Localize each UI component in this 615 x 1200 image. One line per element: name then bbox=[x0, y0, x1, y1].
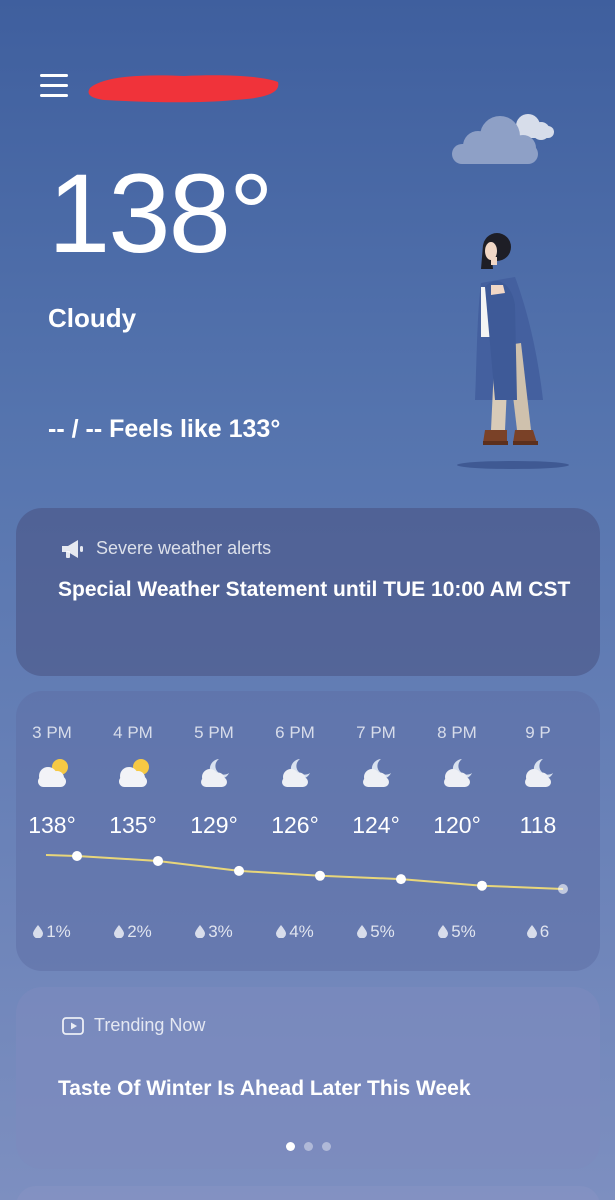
feels-like-text: -- / -- Feels like 133° bbox=[48, 415, 281, 443]
trending-now-card[interactable]: Trending Now Taste Of Winter Is Ahead La… bbox=[16, 987, 600, 1169]
hour-precipitation-value: 1% bbox=[46, 922, 71, 941]
hour-time: 4 PM bbox=[113, 723, 153, 742]
hour-temperature: 135° bbox=[109, 812, 157, 838]
hourly-list[interactable]: 3 PM 138° 1% 4 PM 135° 2% 5 PM 129° 3% 6 PM 126° 4%… bbox=[16, 691, 600, 971]
hour-temperature: 118 bbox=[519, 812, 557, 838]
hour-time: 3 PM bbox=[32, 723, 72, 742]
hour-precipitation: 2% bbox=[92, 922, 174, 942]
partly-cloudy-night-icon bbox=[195, 756, 235, 790]
hour-temperature: 129° bbox=[190, 812, 238, 838]
hour-temperature: 120° bbox=[433, 812, 481, 838]
hour-precipitation-value: 4% bbox=[289, 922, 314, 941]
raindrop-icon bbox=[357, 925, 368, 938]
trending-label: Trending Now bbox=[94, 1015, 206, 1035]
hour-precipitation: 5% bbox=[335, 922, 417, 942]
trending-header: Trending Now bbox=[62, 1015, 205, 1036]
hour-precipitation-value: 2% bbox=[127, 922, 152, 941]
hour-precipitation: 1% bbox=[16, 922, 93, 942]
play-video-icon bbox=[62, 1016, 84, 1035]
hamburger-menu-icon[interactable] bbox=[40, 72, 68, 98]
carousel-dot[interactable] bbox=[285, 1142, 295, 1151]
severe-weather-alert-card[interactable]: Severe weather alerts Special Weather St… bbox=[16, 508, 600, 676]
alert-header: Severe weather alerts bbox=[60, 538, 271, 559]
raindrop-icon bbox=[195, 925, 206, 938]
hour-precipitation-value: 5% bbox=[370, 922, 395, 941]
raindrop-icon bbox=[33, 925, 44, 938]
megaphone-icon bbox=[62, 539, 83, 558]
hour-precipitation-value: 6 bbox=[539, 922, 550, 941]
hour-precipitation-value: 5% bbox=[451, 922, 476, 941]
carousel-pagination bbox=[16, 1142, 600, 1151]
hourly-forecast-card[interactable]: 3 PM 138° 1% 4 PM 135° 2% 5 PM 129° 3% 6 PM 126° 4%… bbox=[16, 691, 600, 971]
hour-precipitation: 3% bbox=[173, 922, 255, 942]
cloud-icon bbox=[452, 114, 554, 164]
carousel-dot[interactable] bbox=[303, 1142, 313, 1151]
hour-time: 7 PM bbox=[356, 723, 396, 742]
raindrop-icon bbox=[438, 925, 449, 938]
hour-precipitation: 5% bbox=[416, 922, 498, 942]
person-illustration bbox=[457, 233, 569, 469]
header bbox=[40, 70, 360, 103]
hour-precipitation-value: 3% bbox=[208, 922, 233, 941]
hour-temperature: 124° bbox=[352, 812, 400, 838]
partly-cloudy-night-icon bbox=[519, 756, 559, 790]
partly-cloudy-night-icon bbox=[276, 756, 316, 790]
trending-title[interactable]: Taste Of Winter Is Ahead Later This Week bbox=[58, 1077, 471, 1101]
raindrop-icon bbox=[276, 925, 287, 938]
redacted-location-mark bbox=[88, 75, 279, 103]
partly-cloudy-night-icon bbox=[438, 756, 478, 790]
hour-time: 5 PM bbox=[194, 723, 234, 742]
hour-temperature: 138° bbox=[28, 812, 76, 838]
hour-precipitation: 4% bbox=[254, 922, 336, 942]
alert-label: Severe weather alerts bbox=[96, 538, 272, 558]
partly-cloudy-night-icon bbox=[357, 756, 397, 790]
hour-temperature: 126° bbox=[271, 812, 319, 838]
hour-time: 8 PM bbox=[437, 723, 477, 742]
current-condition: Cloudy bbox=[48, 303, 137, 333]
carousel-dot[interactable] bbox=[321, 1142, 331, 1151]
partly-cloudy-day-icon bbox=[33, 756, 73, 790]
hour-time: 6 PM bbox=[275, 723, 315, 742]
raindrop-icon bbox=[114, 925, 125, 938]
partly-cloudy-day-icon bbox=[114, 756, 154, 790]
alert-text: Special Weather Statement until TUE 10:0… bbox=[58, 578, 571, 601]
hour-time: 9 P bbox=[525, 723, 551, 742]
next-card-peek[interactable] bbox=[16, 1186, 600, 1200]
raindrop-icon bbox=[526, 925, 537, 938]
hour-precipitation: 6 bbox=[497, 922, 579, 942]
current-temperature: 138° bbox=[48, 151, 274, 276]
